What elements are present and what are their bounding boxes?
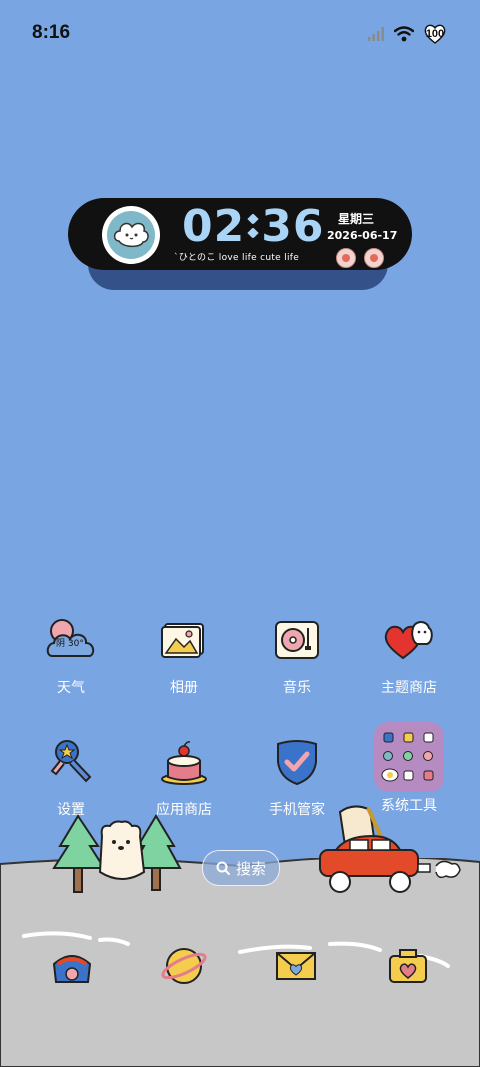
widget-minute: 36 [261, 200, 325, 252]
status-icons: 100 [368, 24, 446, 44]
status-bar: 8:16 100 [0, 0, 480, 64]
car-illustration [319, 805, 461, 893]
phone-manager-icon [269, 734, 325, 790]
photo-album-icon [156, 612, 212, 668]
search-label: 搜索 [235, 859, 266, 878]
flower-icon [364, 248, 384, 268]
app-theme-store[interactable]: 主题商店 [364, 612, 454, 696]
widget-motto: `ひとのこ love life cute life [174, 253, 300, 263]
widget-avatar [102, 206, 160, 264]
app-label: 音乐 [283, 680, 311, 696]
wifi-icon [394, 26, 414, 42]
widget-time: 02 36 [182, 200, 324, 252]
settings-icon [43, 734, 99, 790]
app-store-icon [156, 734, 212, 790]
widget-weekday: 星期三 [338, 212, 375, 226]
dock-browser[interactable] [154, 936, 214, 996]
signal-icon [368, 27, 384, 41]
dock-messages[interactable] [266, 936, 326, 996]
phone-icon [52, 955, 92, 983]
search-button[interactable]: 搜索 [202, 850, 280, 886]
heart-colon-icon [247, 213, 259, 239]
app-label: 主题商店 [381, 680, 437, 696]
weather-temp: 阴 30° [56, 639, 84, 649]
music-player-icon [269, 612, 325, 668]
app-weather[interactable]: 阴 30° 天气 [26, 612, 116, 696]
widget-flowers [336, 248, 384, 268]
app-app-store[interactable]: 应用商店 [139, 734, 229, 818]
status-time: 8:16 [32, 22, 71, 43]
battery-icon: 100 [424, 24, 446, 44]
widget-hour: 02 [182, 200, 246, 252]
trees-bear-illustration [52, 814, 182, 893]
flower-icon [336, 248, 356, 268]
browser-planet-icon [161, 948, 207, 984]
app-settings[interactable]: 设置 [26, 734, 116, 818]
dock-phone[interactable] [42, 936, 102, 996]
dock-camera[interactable] [378, 936, 438, 996]
app-photos[interactable]: 相册 [139, 612, 229, 696]
widget-date: 2026-06-17 [327, 229, 398, 242]
search-icon [216, 861, 230, 875]
messages-envelope-icon [276, 952, 316, 980]
app-label: 相册 [170, 680, 198, 696]
app-label: 天气 [57, 680, 85, 696]
app-music[interactable]: 音乐 [252, 612, 342, 696]
cloud-bear-icon [113, 222, 149, 248]
clock-widget[interactable]: 02 36 星期三 2026-06-17 `ひとのこ love life cut… [68, 198, 412, 270]
camera-icon [389, 949, 427, 983]
battery-level: 100 [425, 28, 445, 40]
theme-store-icon [381, 612, 437, 668]
system-tools-folder-icon [374, 722, 444, 792]
